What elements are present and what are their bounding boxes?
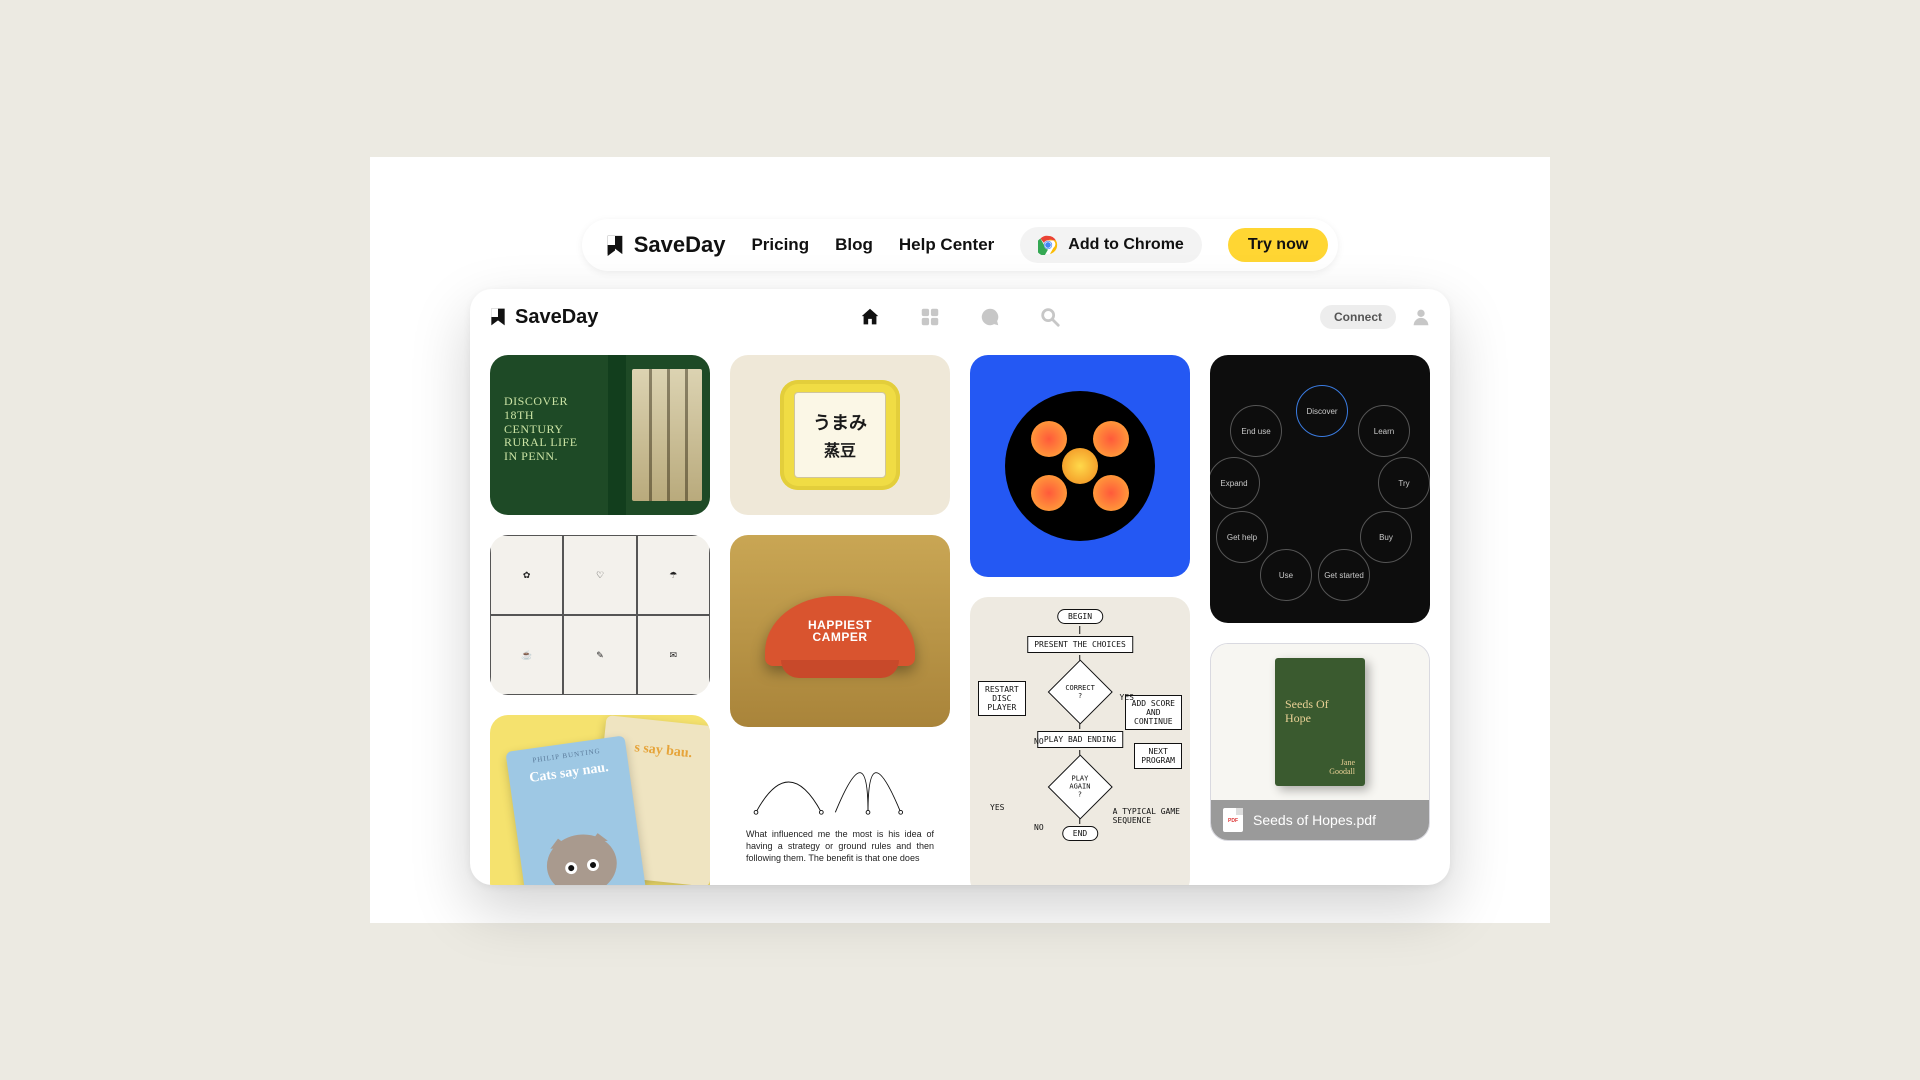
content-grid: DISCOVER 18TH CENTURY RURAL LIFE IN PENN…: [470, 345, 1450, 885]
grid-col-3: BEGIN PRESENT THE CHOICES CORRECT ? PLAY…: [970, 355, 1190, 885]
journey-learn: Learn: [1358, 405, 1410, 457]
pdf-footer: Seeds of Hopes.pdf: [1211, 800, 1429, 840]
journey-try: Try: [1378, 457, 1430, 509]
nav-pricing[interactable]: Pricing: [751, 235, 809, 255]
nav-links: Pricing Blog Help Center: [751, 235, 994, 255]
connect-button[interactable]: Connect: [1320, 305, 1396, 329]
cap-text: HAPPIEST CAMPER: [808, 619, 872, 643]
card-abstract-blobs[interactable]: [970, 355, 1190, 577]
card-happiest-camper[interactable]: HAPPIEST CAMPER: [730, 535, 950, 727]
journey-use: Use: [1260, 549, 1312, 601]
pdf-preview: Seeds Of Hope Jane Goodall: [1211, 644, 1429, 800]
app-brand-text: SaveDay: [515, 306, 598, 329]
journey-end-use: End use: [1230, 405, 1282, 457]
card-cats-book[interactable]: s say bau. PHILIP BUNTING Cats say nau.: [490, 715, 710, 885]
fc-bad: PLAY BAD ENDING: [1037, 731, 1123, 748]
brand-text: SaveDay: [634, 232, 726, 258]
fc-next: NEXT PROGRAM: [1134, 743, 1182, 769]
header-right: Connect: [1320, 305, 1432, 329]
card-seeds-of-hope-pdf[interactable]: Seeds Of Hope Jane Goodall Seeds of Hope…: [1210, 643, 1430, 841]
fc-again: PLAY AGAIN ?: [1047, 754, 1112, 819]
journey-get-help: Get help: [1216, 511, 1268, 563]
pdf-icon: [1223, 808, 1243, 832]
bezier-paragraph: What influenced me the most is his idea …: [746, 828, 934, 864]
sketch-grid: ✿♡☂☕✎✉: [490, 535, 710, 695]
card-bezier-text[interactable]: What influenced me the most is his idea …: [730, 747, 950, 885]
app-brand[interactable]: SaveDay: [488, 306, 598, 329]
journey-get-started: Get started: [1318, 549, 1370, 601]
fc-end: END: [1062, 826, 1098, 841]
seeds-title: Seeds Of Hope: [1285, 698, 1355, 726]
home-icon[interactable]: [859, 306, 881, 328]
journey-expand: Expand: [1210, 457, 1260, 509]
fc-caption: A TYPICAL GAME SEQUENCE: [1113, 807, 1180, 825]
chrome-icon: [1038, 235, 1058, 255]
fc-begin: BEGIN: [1057, 609, 1103, 624]
cap-graphic: HAPPIEST CAMPER: [765, 596, 915, 666]
disk-graphic: [1005, 391, 1155, 541]
chat-icon[interactable]: [979, 306, 1001, 328]
profile-icon[interactable]: [1410, 306, 1432, 328]
grid-col-1: DISCOVER 18TH CENTURY RURAL LIFE IN PENN…: [490, 355, 710, 885]
book-front: PHILIP BUNTING Cats say nau.: [505, 735, 646, 885]
rural-text: DISCOVER 18TH CENTURY RURAL LIFE IN PENN…: [504, 395, 578, 464]
fc-no-1: NO: [1034, 737, 1044, 746]
add-to-chrome-label: Add to Chrome: [1068, 236, 1184, 254]
try-now-label: Try now: [1248, 236, 1308, 253]
card-journey-map[interactable]: Discover Learn Try Buy Get started Use G…: [1210, 355, 1430, 623]
seeds-author: Jane Goodall: [1285, 758, 1355, 776]
card-flowchart[interactable]: BEGIN PRESENT THE CHOICES CORRECT ? PLAY…: [970, 597, 1190, 885]
card-rural-life[interactable]: DISCOVER 18TH CENTURY RURAL LIFE IN PENN…: [490, 355, 710, 515]
center-nav: [859, 306, 1061, 328]
fc-yes-1: YES: [1120, 693, 1134, 702]
bezier-curves-icon: [746, 761, 934, 817]
grid-col-4: Discover Learn Try Buy Get started Use G…: [1210, 355, 1430, 885]
nav-blog[interactable]: Blog: [835, 235, 873, 255]
curtain-graphic: [608, 355, 626, 515]
fc-correct: CORRECT ?: [1047, 659, 1112, 724]
journey-buy: Buy: [1360, 511, 1412, 563]
fc-restart: RESTART DISC PLAYER: [978, 681, 1026, 716]
window-bars: [632, 369, 702, 501]
try-now-button[interactable]: Try now: [1228, 228, 1328, 262]
brand-logo[interactable]: SaveDay: [604, 232, 726, 258]
umami-text-top: うまみ: [813, 409, 867, 435]
grid-col-2: うまみ 蒸豆 HAPPIEST CAMPER: [730, 355, 950, 885]
fc-present: PRESENT THE CHOICES: [1027, 636, 1133, 653]
search-icon[interactable]: [1039, 306, 1061, 328]
umami-text-bottom: 蒸豆: [824, 437, 856, 461]
journey-discover: Discover: [1296, 385, 1348, 437]
card-umami[interactable]: うまみ 蒸豆: [730, 355, 950, 515]
app-header: SaveDay Connect: [470, 289, 1450, 345]
grid-icon[interactable]: [919, 306, 941, 328]
fc-no-2: NO: [1034, 823, 1044, 832]
connect-label: Connect: [1334, 310, 1382, 324]
tin-graphic: うまみ 蒸豆: [780, 380, 900, 490]
marketing-topbar: SaveDay Pricing Blog Help Center Add to …: [582, 219, 1339, 271]
pdf-filename: Seeds of Hopes.pdf: [1253, 812, 1376, 828]
add-to-chrome-button[interactable]: Add to Chrome: [1020, 227, 1202, 263]
fc-yes-2: YES: [990, 803, 1004, 812]
app-window: SaveDay Connect: [470, 289, 1450, 885]
bookmark-logo-icon: [604, 234, 626, 256]
card-sketch-notes[interactable]: ✿♡☂☕✎✉: [490, 535, 710, 695]
nav-help-center[interactable]: Help Center: [899, 235, 994, 255]
book-cover: Seeds Of Hope Jane Goodall: [1275, 658, 1365, 786]
bookmark-logo-icon: [488, 307, 508, 327]
cat-illustration: [543, 830, 621, 885]
